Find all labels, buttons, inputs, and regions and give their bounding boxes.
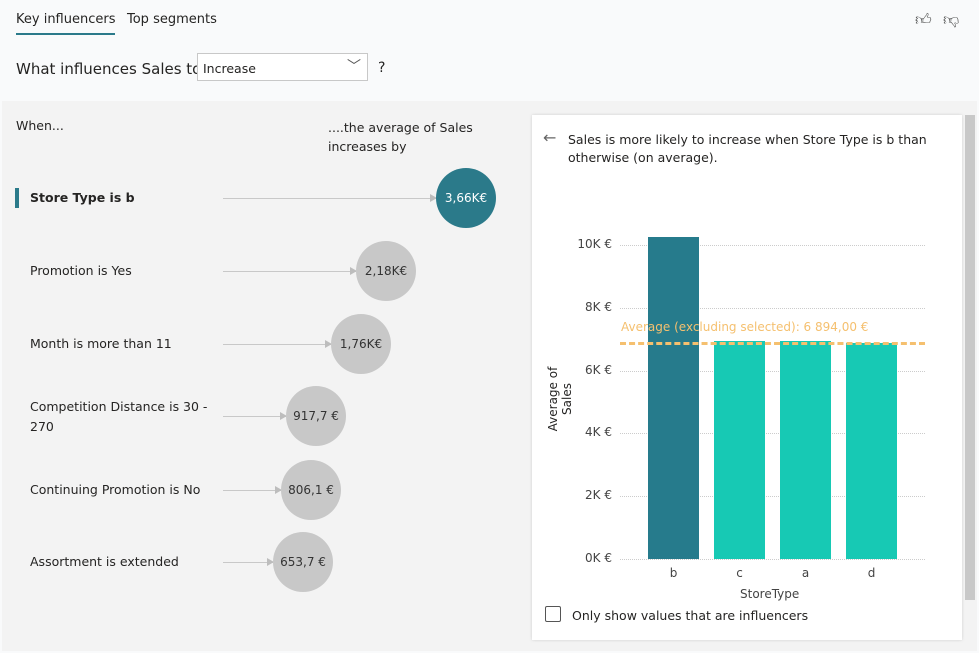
bar-d[interactable] (846, 342, 897, 559)
influencer-label[interactable]: Continuing Promotion is No (30, 480, 220, 500)
direction-dropdown[interactable]: Increase ﹀ (197, 53, 368, 81)
influence-bubble[interactable]: 1,76K€ (331, 314, 391, 374)
influence-bubble[interactable]: 2,18K€ (356, 241, 416, 301)
x-tick-label: a (801, 566, 810, 580)
influence-bubble[interactable]: 806,1 € (281, 460, 341, 520)
selected-indicator (15, 188, 19, 208)
x-axis-label: StoreType (740, 587, 800, 601)
chevron-down-icon: ﹀ (347, 59, 361, 75)
checkbox-label: Only show values that are influencers (572, 608, 809, 623)
y-tick-label: 8K € (585, 299, 612, 314)
arrow-line (223, 340, 332, 348)
influence-bubble[interactable]: 3,66K€ (436, 168, 496, 228)
tab-key-influencers[interactable]: Key influencers (16, 12, 116, 35)
arrow-line (223, 558, 274, 566)
arrow-line (223, 412, 287, 420)
x-tick-label: b (669, 566, 678, 580)
bar-c[interactable] (714, 341, 765, 559)
influencer-label[interactable]: Assortment is extended (30, 552, 220, 572)
influencer-label[interactable]: Promotion is Yes (30, 261, 220, 281)
average-label: Average (excluding selected): 6 894,00 € (621, 320, 869, 334)
influencer-label[interactable]: Store Type is b (30, 188, 220, 208)
x-tick-label: d (867, 566, 876, 580)
y-tick-label: 2K € (585, 488, 612, 503)
thumbs-down-icon[interactable]: 👎︎ (943, 10, 959, 30)
effect-header: ....the average of Sales increases by (328, 120, 473, 154)
arrow-line (223, 486, 282, 494)
gridline (620, 559, 925, 560)
when-header: When... (16, 118, 64, 133)
question-prefix: What influences Sales to (16, 60, 202, 78)
dropdown-value: Increase (203, 61, 256, 76)
y-axis-label: Average of Sales (546, 366, 574, 432)
detail-text: Sales is more likely to increase when St… (568, 132, 927, 165)
thumbs-up-icon[interactable]: 👍︎ (915, 10, 932, 30)
bar-b[interactable] (648, 237, 699, 559)
influencers-only-checkbox[interactable] (545, 606, 561, 622)
average-line (620, 341, 925, 345)
back-arrow-icon[interactable]: ← (543, 128, 556, 147)
influence-bubble[interactable]: 917,7 € (286, 386, 346, 446)
question-suffix: ? (378, 60, 386, 76)
arrow-line (223, 194, 437, 202)
arrow-line (223, 267, 357, 275)
y-tick-label: 0K € (585, 551, 612, 565)
tab-top-segments[interactable]: Top segments (127, 12, 217, 27)
influence-bubble[interactable]: 653,7 € (273, 532, 333, 592)
scrollbar[interactable] (965, 115, 975, 600)
bar-a[interactable] (780, 341, 831, 559)
influencer-label[interactable]: Competition Distance is 30 - 270 (30, 397, 210, 437)
influencer-label[interactable]: Month is more than 11 (30, 334, 220, 354)
y-tick-label: 10K € (577, 237, 612, 251)
x-tick-label: c (736, 566, 743, 580)
